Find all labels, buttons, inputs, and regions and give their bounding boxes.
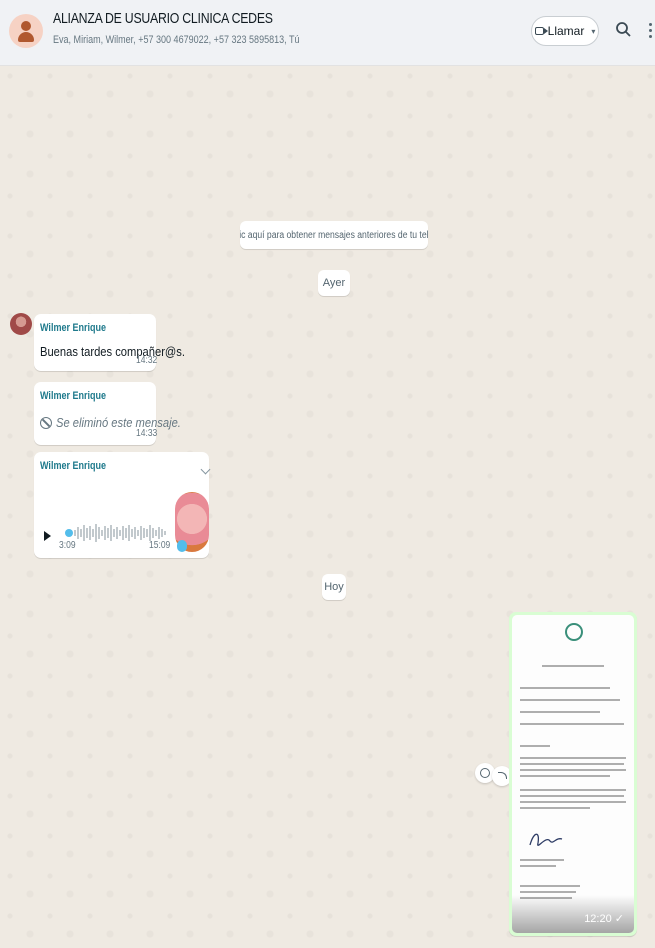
message-sender[interactable]: Wilmer Enrique (40, 460, 106, 472)
document-message-bubble[interactable]: 12:20 ✓ (509, 612, 637, 936)
menu-icon[interactable] (646, 20, 654, 42)
message-sender[interactable]: Wilmer Enrique (40, 390, 106, 402)
chevron-down-icon: ▾ (591, 26, 596, 36)
voice-message-bubble[interactable]: Wilmer Enrique 3:09 15:09 (34, 452, 211, 558)
video-call-icon (534, 27, 548, 35)
message-time: 14:32 (136, 355, 158, 366)
document-time: 12:20 ✓ (584, 912, 624, 925)
message-bubble[interactable]: Wilmer Enrique Buenas tardes compañer@s.… (34, 314, 185, 371)
call-label: Llamar (547, 24, 585, 38)
call-button[interactable]: Llamar ▾ (531, 16, 599, 46)
document-seal (565, 623, 583, 641)
chat-members[interactable]: Eva, Miriam, Wilmer, +57 300 4679022, +5… (53, 34, 300, 46)
message-time: 14:33 (136, 428, 158, 439)
voice-duration: 3:09 (59, 540, 76, 551)
chevron-down-icon[interactable] (200, 464, 211, 475)
signature-image (529, 833, 563, 846)
search-icon[interactable] (614, 20, 634, 40)
chat-title[interactable]: ALIANZA DE USUARIO CLINICA CEDES (53, 10, 273, 27)
load-older-label: Haz clic aquí para obtener mensajes ante… (240, 229, 428, 241)
message-sender[interactable]: Wilmer Enrique (40, 322, 106, 334)
deleted-icon (40, 417, 52, 429)
message-text: Se eliminó este mensaje. (56, 415, 181, 430)
message-text: Buenas tardes compañer@s. (40, 344, 185, 359)
sent-check-icon: ✓ (614, 913, 624, 925)
microphone-icon (177, 540, 187, 552)
date-divider-today: Hoy (322, 574, 346, 600)
message-time: 15:09 (149, 540, 171, 551)
date-divider-yesterday: Ayer (318, 270, 350, 296)
sender-avatar[interactable] (10, 313, 32, 335)
chat-header: ALIANZA DE USUARIO CLINICA CEDES Eva, Mi… (0, 0, 655, 66)
play-icon[interactable] (44, 531, 51, 541)
group-avatar[interactable] (9, 14, 43, 48)
load-older-messages[interactable]: Haz clic aquí para obtener mensajes ante… (240, 221, 428, 249)
document-preview[interactable]: 12:20 ✓ (512, 615, 634, 933)
message-bubble-deleted[interactable]: Wilmer Enrique Se eliminó este mensaje. … (34, 382, 181, 445)
document-time-value: 12:20 (584, 913, 612, 925)
